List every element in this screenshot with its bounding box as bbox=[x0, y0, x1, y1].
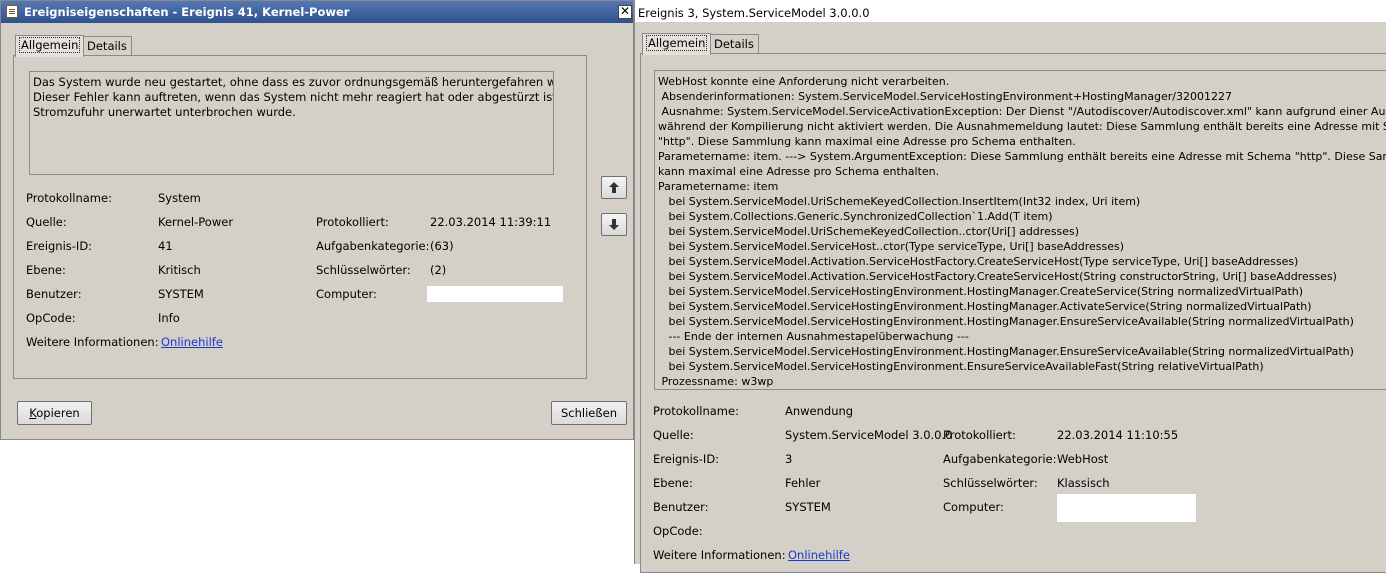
general-tab-panel: WebHost konnte eine Anforderung nicht ve… bbox=[640, 53, 1386, 573]
event-id-value: 3 bbox=[785, 452, 793, 466]
description-line: bei System.ServiceModel.ServiceHostingEn… bbox=[658, 345, 1354, 358]
title-bar[interactable]: Ereigniseigenschaften - Ereignis 41, Ker… bbox=[1, 1, 633, 23]
description-line: bei System.ServiceModel.UriSchemeKeyedCo… bbox=[658, 225, 1080, 238]
more-info-label: Weitere Informationen: bbox=[653, 548, 786, 562]
description-line: bei System.ServiceModel.ServiceHostingEn… bbox=[658, 285, 1304, 298]
logged-label: Protokolliert: bbox=[316, 215, 389, 229]
description-line: bei System.ServiceModel.Activation.Servi… bbox=[658, 255, 1299, 268]
description-line: kann maximal eine Adresse pro Schema ent… bbox=[658, 165, 940, 178]
online-help-link[interactable]: Onlinehilfe bbox=[788, 548, 850, 562]
description-line: Das System wurde neu gestartet, ohne das… bbox=[33, 75, 554, 89]
logged-value: 22.03.2014 11:10:55 bbox=[1057, 428, 1179, 442]
description-line: bei System.ServiceModel.UriSchemeKeyedCo… bbox=[658, 195, 1141, 208]
event-description[interactable]: WebHost konnte eine Anforderung nicht ve… bbox=[654, 70, 1386, 390]
computer-value-redacted bbox=[426, 285, 564, 303]
description-line: Prozessname: w3wp bbox=[658, 375, 774, 388]
log-name-value: Anwendung bbox=[785, 404, 854, 418]
description-line: Stromzufuhr unerwartet unterbrochen wurd… bbox=[33, 105, 296, 119]
event-viewer-icon bbox=[6, 5, 18, 18]
description-line: Ausnahme: System.ServiceModel.ServiceAct… bbox=[658, 105, 1386, 118]
computer-label: Computer: bbox=[316, 287, 377, 301]
opcode-label: OpCode: bbox=[26, 311, 76, 325]
logged-label: Protokolliert: bbox=[943, 428, 1016, 442]
description-line: bei System.ServiceModel.ServiceHostingEn… bbox=[658, 315, 1354, 328]
title-bar[interactable]: Ereignis 3, System.ServiceModel 3.0.0.0 bbox=[635, 0, 1386, 22]
source-value: System.ServiceModel 3.0.0.0 bbox=[785, 428, 953, 442]
tab-details[interactable]: Details bbox=[709, 34, 759, 54]
event-id-label: Ereignis-ID: bbox=[26, 239, 93, 253]
source-value: Kernel-Power bbox=[158, 215, 234, 229]
more-info-label: Weitere Informationen: bbox=[26, 335, 159, 349]
description-line: Absenderinformationen: System.ServiceMod… bbox=[658, 90, 1232, 103]
close-icon[interactable]: ✕ bbox=[618, 5, 632, 19]
user-value: SYSTEM bbox=[785, 500, 831, 514]
opcode-value: Info bbox=[158, 311, 180, 325]
previous-event-button[interactable] bbox=[601, 176, 627, 199]
event-properties-window-kernel-power: Ereigniseigenschaften - Ereignis 41, Ker… bbox=[0, 0, 634, 440]
arrow-up-icon bbox=[609, 182, 619, 193]
description-line: bei System.Collections.Generic.Synchroni… bbox=[658, 210, 1053, 223]
keywords-value: (2) bbox=[430, 263, 447, 277]
user-label: Benutzer: bbox=[653, 500, 709, 514]
logged-value: 22.03.2014 11:39:11 bbox=[430, 215, 552, 229]
window-title: Ereignis 3, System.ServiceModel 3.0.0.0 bbox=[638, 6, 870, 20]
description-line: bei System.ServiceModel.Activation.Servi… bbox=[658, 270, 1337, 283]
event-description[interactable]: Das System wurde neu gestartet, ohne das… bbox=[29, 71, 554, 175]
opcode-label: OpCode: bbox=[653, 524, 703, 538]
next-event-button[interactable] bbox=[601, 213, 627, 236]
source-label: Quelle: bbox=[653, 428, 694, 442]
computer-value-redacted bbox=[1056, 493, 1197, 523]
level-label: Ebene: bbox=[26, 263, 66, 277]
close-button[interactable]: Schließen bbox=[551, 401, 627, 425]
log-name-value: System bbox=[158, 191, 201, 205]
keywords-value: Klassisch bbox=[1057, 476, 1110, 490]
task-category-label: Aufgabenkategorie: bbox=[943, 452, 1057, 466]
task-category-value: WebHost bbox=[1057, 452, 1109, 466]
copy-button[interactable]: Kopieren bbox=[17, 401, 92, 425]
description-line: bei System.ServiceModel.ServiceHostingEn… bbox=[658, 360, 1264, 373]
source-label: Quelle: bbox=[26, 215, 67, 229]
window-title: Ereigniseigenschaften - Ereignis 41, Ker… bbox=[24, 5, 350, 19]
description-line: bei System.ServiceModel.ServiceHostingEn… bbox=[658, 300, 1312, 313]
log-name-label: Protokollname: bbox=[653, 404, 739, 418]
task-category-value: (63) bbox=[430, 239, 454, 253]
description-line: "http". Diese Sammlung kann maximal eine… bbox=[658, 135, 1076, 148]
description-line: Dieser Fehler kann auftreten, wenn das S… bbox=[33, 90, 554, 104]
description-line: während der Kompilierung nicht aktiviert… bbox=[658, 120, 1386, 133]
description-line: Parametername: item. ---> System.Argumen… bbox=[658, 150, 1386, 163]
description-line: bei System.ServiceModel.ServiceHost..cto… bbox=[658, 240, 1125, 253]
tab-details[interactable]: Details bbox=[82, 36, 132, 56]
keywords-label: Schlüsselwörter: bbox=[316, 263, 411, 277]
online-help-link[interactable]: Onlinehilfe bbox=[161, 335, 223, 349]
event-id-label: Ereignis-ID: bbox=[653, 452, 720, 466]
level-value: Kritisch bbox=[158, 263, 201, 277]
computer-label: Computer: bbox=[943, 500, 1004, 514]
description-line: Parametername: item bbox=[658, 180, 779, 193]
event-id-value: 41 bbox=[158, 239, 173, 253]
description-line: WebHost konnte eine Anforderung nicht ve… bbox=[658, 75, 950, 88]
tab-allgemein[interactable]: Allgemein bbox=[15, 35, 85, 57]
tab-allgemein[interactable]: Allgemein bbox=[642, 33, 712, 55]
log-name-label: Protokollname: bbox=[26, 191, 112, 205]
level-label: Ebene: bbox=[653, 476, 693, 490]
task-category-label: Aufgabenkategorie: bbox=[316, 239, 430, 253]
keywords-label: Schlüsselwörter: bbox=[943, 476, 1038, 490]
arrow-down-icon bbox=[609, 219, 619, 230]
user-value: SYSTEM bbox=[158, 287, 204, 301]
event-properties-window-servicemodel: Ereignis 3, System.ServiceModel 3.0.0.0 … bbox=[634, 0, 1386, 573]
level-value: Fehler bbox=[785, 476, 821, 490]
user-label: Benutzer: bbox=[26, 287, 82, 301]
description-line: --- Ende der internen Ausnahmestapelüber… bbox=[658, 330, 969, 343]
